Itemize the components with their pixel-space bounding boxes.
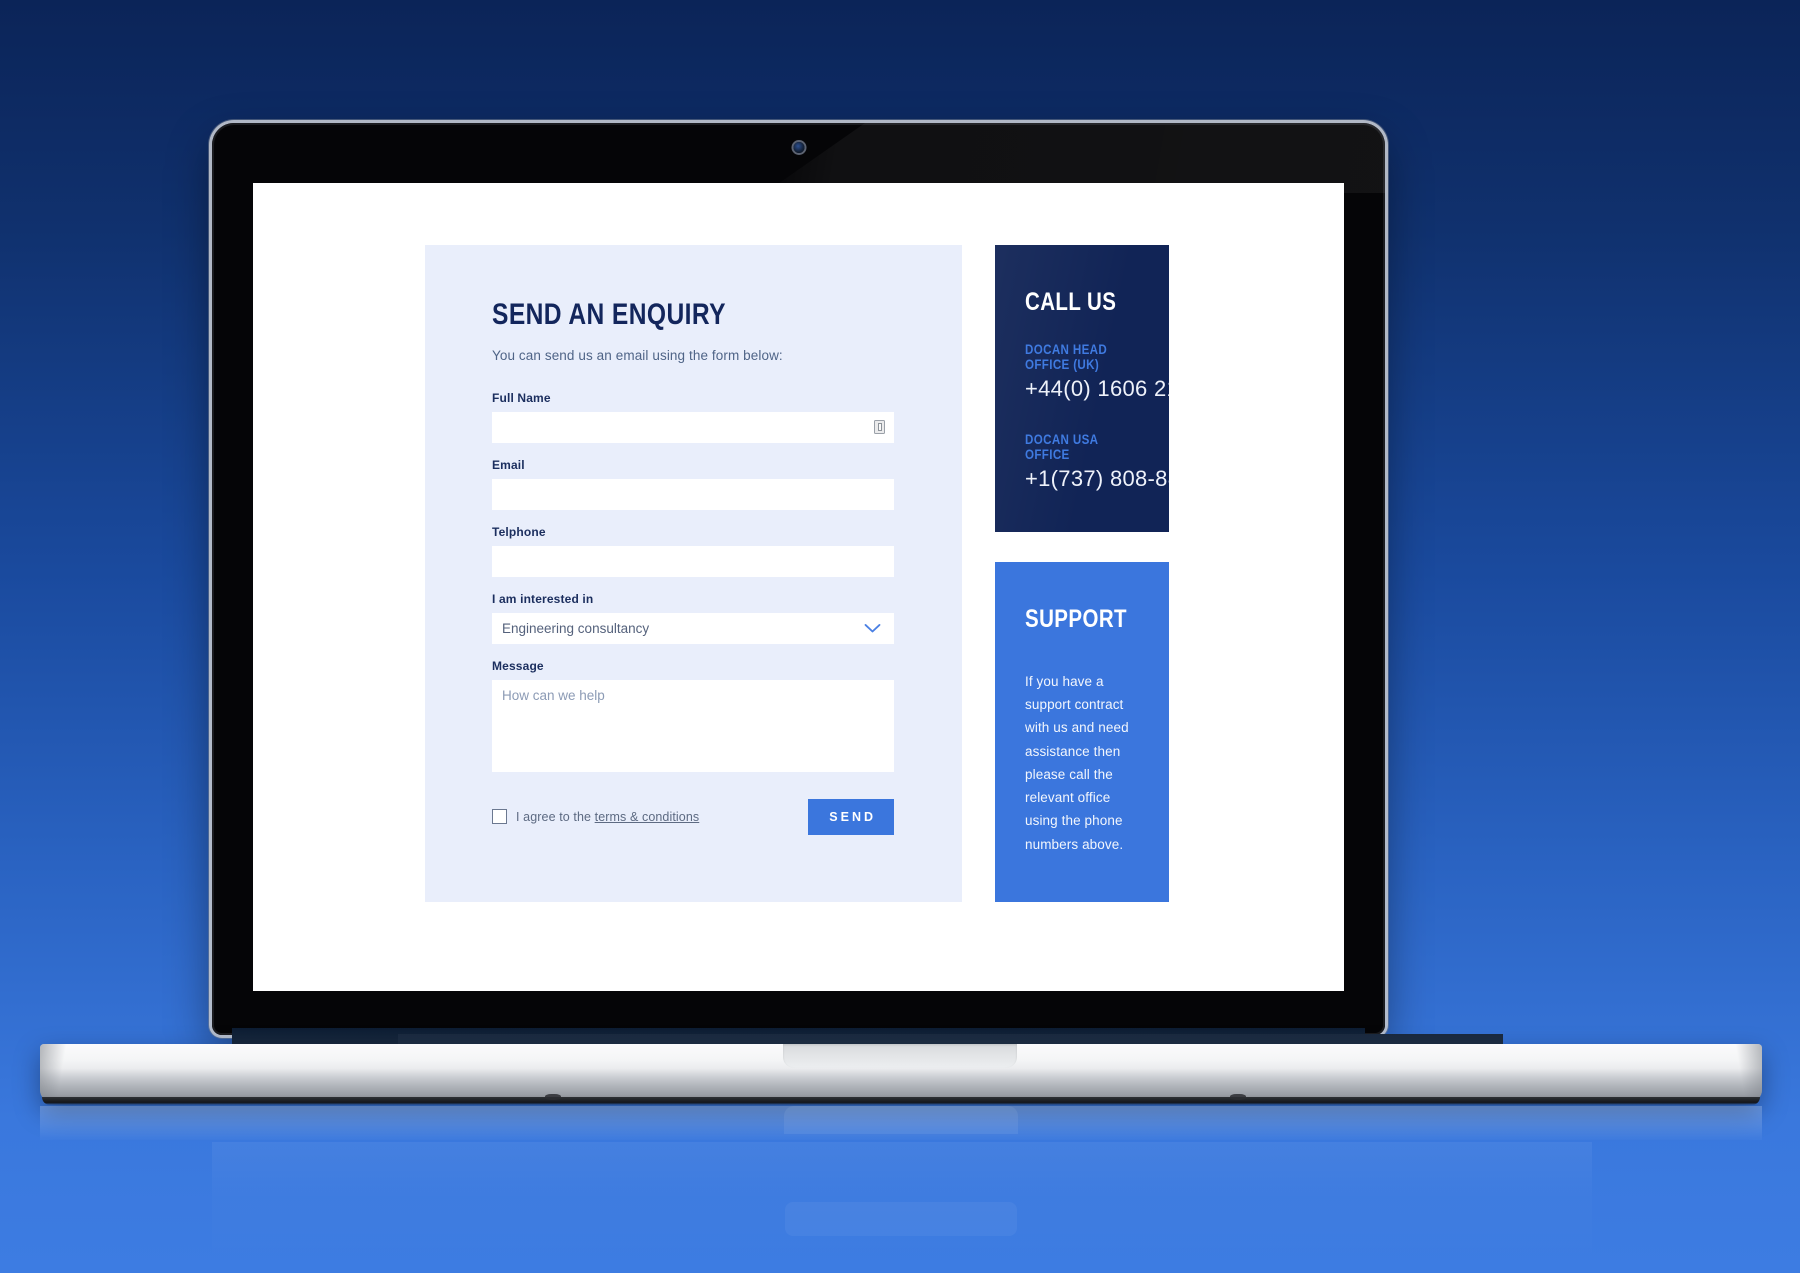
label-full-name: Full Name bbox=[492, 390, 551, 405]
laptop-base-right-edge bbox=[1734, 1044, 1762, 1102]
laptop-foot-left bbox=[545, 1094, 561, 1100]
chevron-down-icon[interactable] bbox=[862, 618, 883, 639]
terms-checkbox[interactable] bbox=[492, 809, 507, 824]
laptop-base-notch bbox=[783, 1044, 1017, 1068]
interest-select[interactable]: Engineering consultancy bbox=[492, 612, 894, 644]
support-card: Support If you have a support contract w… bbox=[995, 562, 1169, 902]
field-group-message: Message bbox=[492, 659, 894, 772]
reflection-base-bar bbox=[40, 1106, 1762, 1140]
laptop-lid: Send an Enquiry You can send us an email… bbox=[212, 123, 1385, 1035]
laptop-base-underside bbox=[42, 1097, 1760, 1105]
office-phone-usa[interactable]: +1(737) 808-8867 bbox=[1025, 466, 1169, 492]
email-input[interactable] bbox=[492, 478, 894, 510]
field-group-telephone: Telphone bbox=[492, 525, 894, 577]
label-telephone: Telphone bbox=[492, 524, 546, 539]
full-name-input[interactable] bbox=[492, 411, 894, 443]
webcam-icon bbox=[793, 142, 804, 153]
input-wrap-telephone bbox=[492, 545, 894, 577]
office-label-usa: DOCAN USA OFFICE bbox=[1025, 432, 1098, 462]
reflection-lid bbox=[212, 1142, 1592, 1262]
support-body-text: If you have a support contract with us a… bbox=[1025, 674, 1129, 852]
enquiry-form-subtitle: You can send us an email using the form … bbox=[492, 347, 783, 363]
reflection-notch-secondary bbox=[785, 1202, 1017, 1236]
form-footer-row: I agree to the terms & conditions SEND bbox=[492, 798, 894, 835]
field-group-full-name: Full Name bbox=[492, 391, 894, 443]
laptop-foot-right bbox=[1230, 1094, 1246, 1100]
office-block-usa: DOCAN USA OFFICE +1(737) 808-8867 bbox=[1025, 432, 1169, 492]
enquiry-form-card: Send an Enquiry You can send us an email… bbox=[425, 245, 962, 902]
web-page: Send an Enquiry You can send us an email… bbox=[253, 183, 1344, 991]
call-us-title: Call Us bbox=[1025, 288, 1117, 316]
laptop-base-left-edge bbox=[40, 1044, 68, 1102]
office-phone-uk[interactable]: +44(0) 1606 212330 bbox=[1025, 376, 1169, 402]
terms-label: I agree to the terms & conditions bbox=[516, 810, 699, 824]
laptop-screen: Send an Enquiry You can send us an email… bbox=[253, 183, 1344, 991]
laptop-mockup-scene: Send an Enquiry You can send us an email… bbox=[0, 0, 1800, 1273]
contact-info-column: Call Us DOCAN HEAD OFFICE (UK) +44(0) 16… bbox=[995, 245, 1169, 902]
input-wrap-email bbox=[492, 478, 894, 510]
terms-and-conditions-link[interactable]: terms & conditions bbox=[595, 810, 700, 824]
office-label-uk: DOCAN HEAD OFFICE (UK) bbox=[1025, 342, 1108, 372]
contact-card-icon[interactable] bbox=[874, 420, 885, 434]
contact-section: Send an Enquiry You can send us an email… bbox=[425, 245, 1169, 902]
label-interested-in: I am interested in bbox=[492, 591, 594, 606]
field-group-email: Email bbox=[492, 458, 894, 510]
message-textarea[interactable] bbox=[492, 679, 894, 772]
send-button[interactable]: SEND bbox=[808, 798, 894, 835]
input-wrap-full-name bbox=[492, 411, 894, 443]
label-email: Email bbox=[492, 457, 525, 472]
field-group-interest: I am interested in Engineering consultan… bbox=[492, 592, 894, 644]
laptop-reflection bbox=[40, 1106, 1762, 1266]
reflection-notch bbox=[784, 1106, 1018, 1134]
interest-select-value: Engineering consultancy bbox=[502, 620, 650, 636]
call-us-card: Call Us DOCAN HEAD OFFICE (UK) +44(0) 16… bbox=[995, 245, 1169, 532]
telephone-input[interactable] bbox=[492, 545, 894, 577]
terms-prefix: I agree to the bbox=[516, 809, 595, 824]
terms-agreement-row: I agree to the terms & conditions bbox=[492, 809, 699, 824]
enquiry-form-title: Send an Enquiry bbox=[492, 298, 726, 331]
office-block-uk: DOCAN HEAD OFFICE (UK) +44(0) 1606 21233… bbox=[1025, 342, 1169, 402]
support-title: Support bbox=[1025, 605, 1127, 633]
label-message: Message bbox=[492, 658, 544, 673]
